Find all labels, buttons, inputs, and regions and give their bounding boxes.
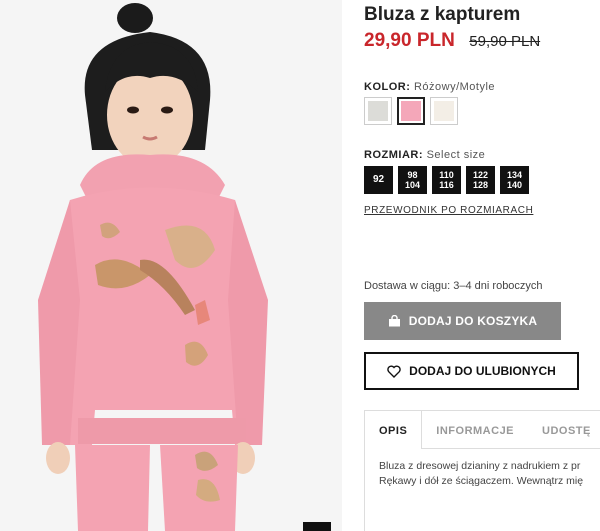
image-corner-marker bbox=[303, 522, 331, 531]
color-swatch-pink[interactable] bbox=[397, 97, 425, 125]
product-details-tabs: OPIS INFORMACJE UDOSTĘ Bluza z dresowej … bbox=[364, 410, 600, 531]
size-label: ROZMIAR: bbox=[364, 149, 423, 161]
add-to-cart-label: DODAJ DO KOSZYKA bbox=[408, 314, 538, 328]
original-price: 59,90 PLN bbox=[469, 33, 541, 50]
size-option-label: 98 104 bbox=[404, 170, 421, 190]
tab-opis[interactable]: OPIS bbox=[365, 411, 423, 449]
size-option-110-116[interactable]: 110 116 bbox=[432, 166, 461, 194]
size-option-134-140[interactable]: 134 140 bbox=[500, 166, 529, 194]
color-swatch-light-grey[interactable] bbox=[364, 97, 392, 125]
product-title: Bluza z kapturem bbox=[364, 4, 521, 25]
color-swatches bbox=[364, 97, 458, 125]
heart-icon bbox=[387, 364, 401, 378]
add-to-cart-button[interactable]: DODAJ DO KOSZYKA bbox=[364, 302, 561, 340]
description-line-1: Bluza z dresowej dzianiny z nadrukiem z … bbox=[379, 460, 581, 472]
size-option-label: 110 116 bbox=[439, 170, 454, 190]
size-option-label: 92 bbox=[372, 174, 385, 185]
size-option-122-128[interactable]: 122 128 bbox=[466, 166, 495, 194]
tab-udostepnij[interactable]: UDOSTĘ bbox=[528, 411, 600, 448]
color-value: Różowy/Motyle bbox=[413, 81, 496, 93]
add-to-favorites-label: DODAJ DO ULUBIONYCH bbox=[409, 364, 556, 378]
size-option-92[interactable]: 92 bbox=[364, 166, 393, 194]
tab-informacje[interactable]: INFORMACJE bbox=[422, 411, 528, 448]
product-info-panel: Bluza z kapturem 29,90 PLN 59,90 PLN KOL… bbox=[364, 0, 600, 531]
color-label: KOLOR: bbox=[364, 81, 411, 93]
size-option-label: 122 128 bbox=[472, 170, 489, 190]
size-label-row: ROZMIAR: Select size bbox=[364, 149, 485, 161]
delivery-info: Dostawa w ciągu: 3–4 dni roboczych bbox=[364, 280, 543, 292]
size-guide-link[interactable]: PRZEWODNIK PO ROZMIARACH bbox=[364, 205, 533, 216]
add-to-favorites-button[interactable]: DODAJ DO ULUBIONYCH bbox=[364, 352, 579, 390]
product-description: Bluza z dresowej dzianiny z nadrukiem z … bbox=[365, 449, 600, 489]
size-option-98-104[interactable]: 98 104 bbox=[398, 166, 427, 194]
size-option-label: 134 140 bbox=[506, 170, 523, 190]
size-options: 92 98 104 110 116 122 128 134 140 bbox=[364, 166, 529, 194]
color-label-row: KOLOR: Różowy/Motyle bbox=[364, 81, 495, 93]
size-value: Select size bbox=[426, 149, 486, 161]
tab-bar: OPIS INFORMACJE UDOSTĘ bbox=[365, 411, 600, 449]
description-line-2: Rękawy i dół ze ściągaczem. Wewnątrz mię bbox=[379, 475, 584, 487]
price-block: 29,90 PLN 59,90 PLN bbox=[364, 30, 540, 52]
shopping-bag-icon bbox=[388, 315, 400, 327]
color-swatch-cream[interactable] bbox=[430, 97, 458, 125]
current-price: 29,90 PLN bbox=[364, 30, 455, 51]
product-photo-illustration bbox=[0, 0, 342, 531]
product-image[interactable] bbox=[0, 0, 342, 531]
